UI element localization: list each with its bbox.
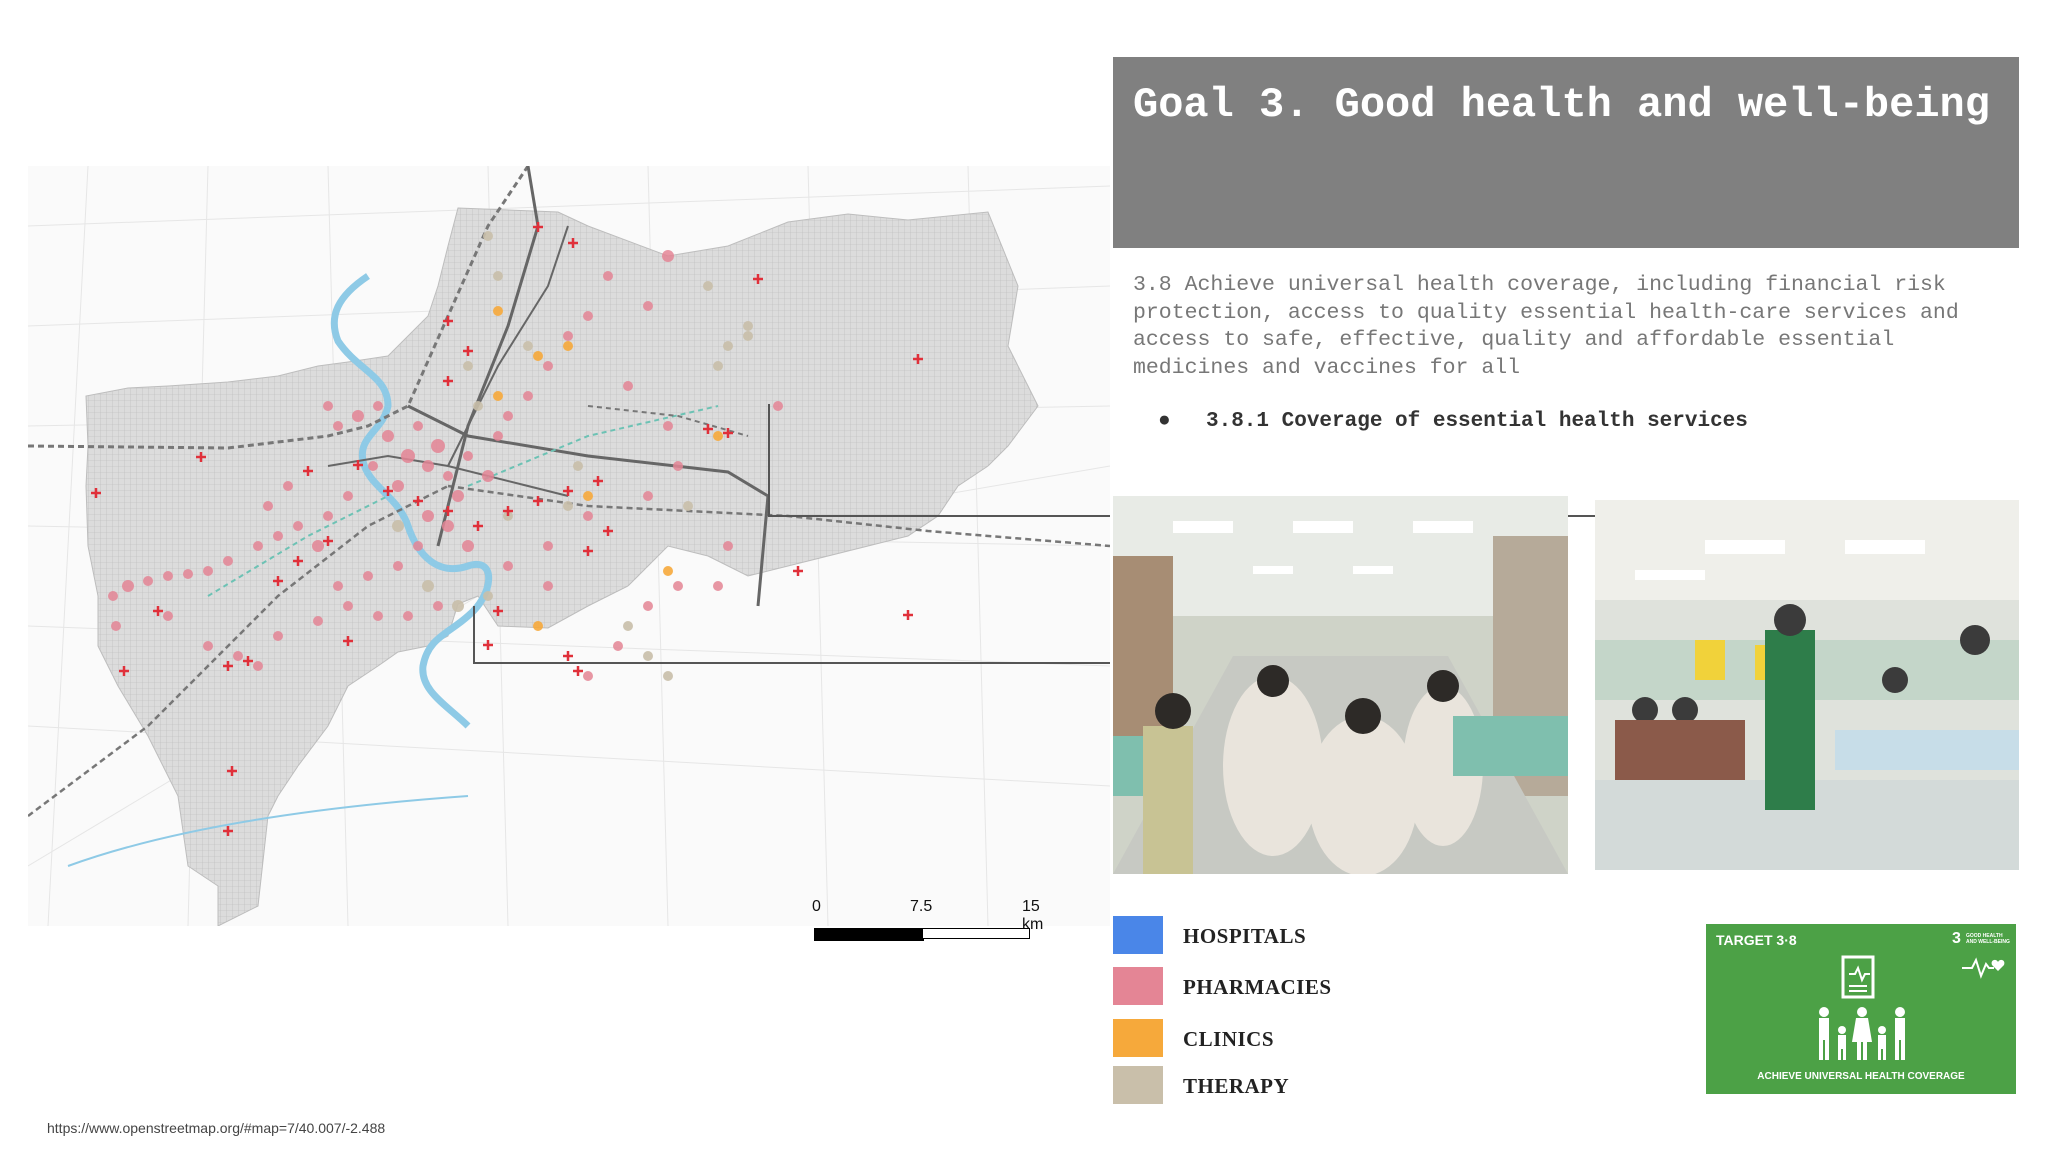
sdg-caption: ACHIEVE UNIVERSAL HEALTH COVERAGE [1757, 1071, 1965, 1082]
source-link[interactable]: https://www.openstreetmap.org/#map=7/40.… [47, 1120, 385, 1136]
legend-label: PHARMACIES [1183, 975, 1332, 999]
indicator-bullet: ● 3.8.1 Coverage of essential health serv… [1158, 410, 1748, 433]
sdg-goal-name: GOOD HEALTH AND WELL-BEING [1966, 933, 2010, 945]
indicator-text: 3.8.1 Coverage of essential health servi… [1206, 410, 1748, 433]
page-title: Goal 3. Good health and well-being [1133, 81, 1990, 129]
heartbeat-icon [1962, 957, 2005, 979]
scale-label-0: 0 [812, 898, 821, 915]
family-icon [1819, 1007, 1905, 1060]
legend-label: CLINICS [1183, 1027, 1275, 1051]
scale-bar-black-segment [814, 928, 924, 941]
title-box: Goal 3. Good health and well-being [1113, 57, 2019, 248]
hospital-waiting-room-photo [1595, 500, 2019, 870]
sdg-target-label: TARGET 3·8 [1716, 932, 1797, 948]
scale-label-mid: 7.5 [910, 898, 933, 915]
therapy-swatch [1113, 1066, 1163, 1104]
hospitals-swatch [1113, 916, 1163, 954]
sdg-goal-number: 3 [1952, 930, 1961, 947]
legend-label: HOSPITALS [1183, 924, 1307, 948]
bullet-dot: ● [1158, 410, 1171, 433]
sdg-target-badge: TARGET 3·8 3 GOOD HEALTH AND WELL-BEING … [1706, 924, 2016, 1094]
callout-line-connector [1568, 515, 1598, 517]
hospital-corridor-photo [1113, 496, 1568, 874]
target-description: 3.8 Achieve universal health coverage, i… [1133, 273, 1959, 380]
city-map [28, 166, 1110, 926]
legend-label: THERAPY [1183, 1074, 1290, 1098]
document-icon [1841, 955, 1875, 999]
scale-bar-white-segment [922, 928, 1030, 939]
clinics-swatch [1113, 1019, 1163, 1057]
scale-bar: 0 7.5 15 km [812, 898, 1043, 942]
pharmacies-swatch [1113, 967, 1163, 1005]
